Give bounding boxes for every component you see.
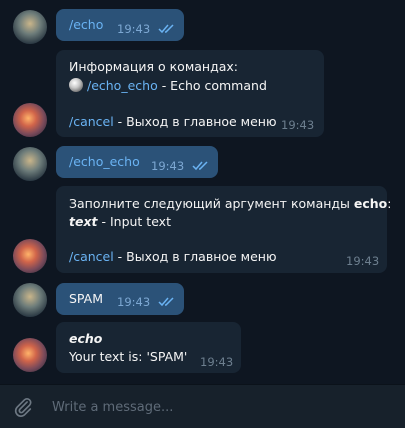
double-check-icon bbox=[158, 24, 174, 34]
message-time: 19:43 bbox=[117, 295, 151, 309]
argument-name: text bbox=[69, 214, 98, 229]
outgoing-message-bubble[interactable]: /echo 19:43 bbox=[56, 9, 184, 41]
message-row: echo Your text is: 'SPAM' 19:43 bbox=[0, 322, 405, 373]
message-row: Информация о командах: /echo_echo - Echo… bbox=[0, 50, 405, 137]
argument-line: text - Input text bbox=[69, 214, 171, 229]
message-input[interactable] bbox=[52, 397, 382, 417]
message-time: 19:43 bbox=[117, 22, 151, 36]
message-header: Информация о командах: bbox=[69, 59, 239, 74]
message-text[interactable]: /echo bbox=[69, 17, 103, 32]
outgoing-message-bubble[interactable]: /echo_echo 19:43 bbox=[56, 146, 218, 178]
message-composer bbox=[0, 384, 405, 428]
message-row: /echo_echo 19:43 bbox=[0, 146, 405, 181]
incoming-message-bubble[interactable]: echo Your text is: 'SPAM' 19:43 bbox=[56, 322, 241, 373]
prompt-prefix: Заполните следующий аргумент команды bbox=[69, 196, 354, 211]
user-avatar[interactable] bbox=[13, 147, 47, 181]
prompt-suffix: : bbox=[387, 196, 392, 211]
cancel-description: - Выход в главное меню bbox=[113, 114, 277, 129]
bot-avatar[interactable] bbox=[13, 103, 47, 137]
message-time: 19:43 bbox=[200, 355, 234, 369]
command-name: echo bbox=[353, 196, 388, 211]
outgoing-message-bubble[interactable]: SPAM 19:43 bbox=[56, 283, 184, 315]
cancel-description: - Выход в главное меню bbox=[113, 249, 277, 264]
bot-avatar[interactable] bbox=[13, 338, 47, 372]
message-body: Your text is: 'SPAM' bbox=[69, 349, 188, 364]
message-text[interactable]: SPAM bbox=[69, 291, 103, 306]
user-avatar[interactable] bbox=[13, 10, 47, 44]
cancel-link[interactable]: /cancel bbox=[69, 249, 114, 264]
cancel-line: /cancel - Выход в главное меню bbox=[69, 114, 277, 129]
paperclip-icon[interactable] bbox=[12, 396, 34, 418]
cancel-link[interactable]: /cancel bbox=[69, 114, 114, 129]
radio-button-emoji-icon bbox=[69, 78, 83, 92]
incoming-message-bubble[interactable]: Заполните следующий аргумент команды ech… bbox=[56, 186, 391, 273]
command-link[interactable]: /echo_echo bbox=[87, 78, 158, 93]
prompt-line: Заполните следующий аргумент команды ech… bbox=[69, 196, 391, 211]
incoming-message-bubble[interactable]: Информация о командах: /echo_echo - Echo… bbox=[56, 50, 324, 137]
double-check-icon bbox=[192, 161, 208, 171]
message-row: /echo 19:43 bbox=[0, 9, 405, 44]
message-time: 19:43 bbox=[346, 254, 380, 268]
command-line: /echo_echo - Echo command bbox=[69, 78, 267, 93]
message-row: Заполните следующий аргумент команды ech… bbox=[0, 186, 405, 273]
message-time: 19:43 bbox=[281, 118, 315, 132]
cancel-line: /cancel - Выход в главное меню bbox=[69, 249, 277, 264]
bot-avatar[interactable] bbox=[13, 239, 47, 273]
user-avatar[interactable] bbox=[13, 283, 47, 317]
command-description: - Echo command bbox=[157, 78, 267, 93]
argument-description: - Input text bbox=[97, 214, 171, 229]
message-time: 19:43 bbox=[151, 159, 185, 173]
message-row: SPAM 19:43 bbox=[0, 283, 405, 317]
message-text[interactable]: /echo_echo bbox=[69, 154, 140, 169]
message-title: echo bbox=[69, 331, 103, 346]
double-check-icon bbox=[158, 297, 174, 307]
chat-history: /echo 19:43 Информация о командах: /echo… bbox=[0, 0, 405, 384]
